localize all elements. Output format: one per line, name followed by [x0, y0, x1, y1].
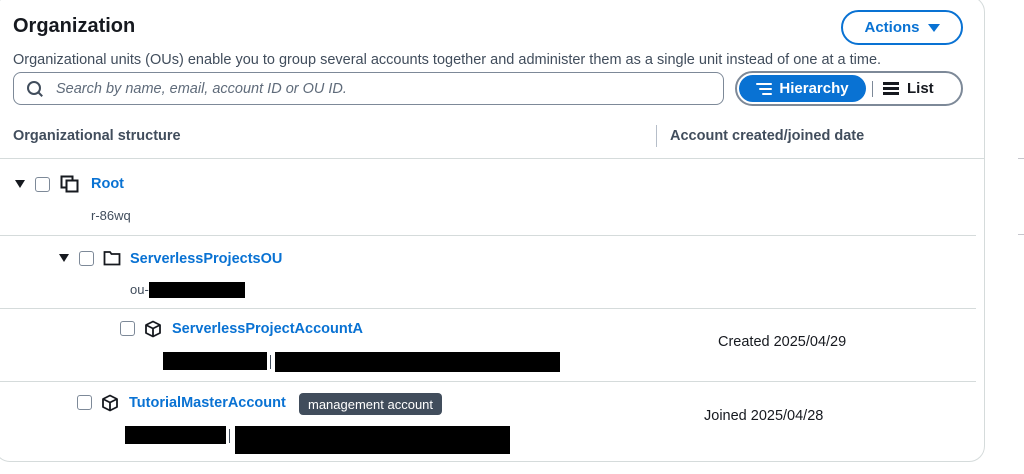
search-icon	[26, 80, 44, 98]
account-cube-icon	[145, 320, 161, 338]
ou-checkbox[interactable]	[79, 251, 94, 266]
list-label: List	[907, 80, 934, 97]
master-account-link[interactable]: TutorialMasterAccount	[129, 395, 286, 411]
list-view-button[interactable]: List	[883, 80, 934, 97]
expand-root-caret-icon[interactable]	[15, 180, 25, 188]
organization-root-icon	[60, 175, 79, 193]
view-toggle: Hierarchy List	[735, 71, 963, 106]
divider	[1018, 234, 1024, 235]
account-cube-icon	[102, 394, 118, 412]
search-box[interactable]	[13, 72, 724, 105]
ou-id-prefix: ou-	[130, 282, 149, 297]
actions-label: Actions	[864, 19, 920, 36]
organization-panel	[0, 0, 985, 462]
management-account-badge: management account	[299, 393, 443, 415]
column-header-date: Account created/joined date	[670, 128, 865, 144]
folder-icon	[103, 251, 121, 266]
separator	[270, 355, 271, 369]
header-divider	[0, 158, 985, 159]
separator	[229, 429, 230, 443]
row-divider	[0, 381, 976, 382]
root-link[interactable]: Root	[91, 176, 124, 192]
hierarchy-view-button[interactable]: Hierarchy	[739, 75, 866, 102]
root-checkbox[interactable]	[35, 177, 50, 192]
account-a-checkbox[interactable]	[120, 321, 135, 336]
ou-link[interactable]: ServerlessProjectsOU	[130, 251, 282, 267]
redacted-account-email	[275, 352, 560, 372]
page-title: Organization	[13, 15, 136, 37]
divider	[1018, 158, 1024, 159]
caret-down-icon	[927, 23, 940, 32]
list-icon	[883, 82, 899, 95]
row-divider	[0, 235, 976, 236]
toggle-separator	[872, 80, 873, 97]
row-divider	[0, 308, 976, 309]
expand-ou-caret-icon[interactable]	[59, 254, 69, 262]
master-account-checkbox[interactable]	[77, 395, 92, 410]
column-divider	[656, 125, 657, 147]
search-input[interactable]	[56, 80, 696, 97]
redacted-account-id	[125, 426, 226, 444]
hierarchy-label: Hierarchy	[779, 80, 849, 97]
actions-button[interactable]: Actions	[841, 10, 963, 45]
account-a-date: Created 2025/04/29	[718, 334, 847, 350]
column-header-structure: Organizational structure	[13, 128, 181, 144]
page-description: Organizational units (OUs) enable you to…	[13, 52, 882, 68]
root-id: r-86wq	[91, 208, 131, 223]
master-account-date: Joined 2025/04/28	[704, 408, 824, 424]
redacted-account-id	[163, 352, 267, 370]
account-a-link[interactable]: ServerlessProjectAccountA	[172, 321, 363, 337]
redacted-ou-id	[149, 282, 245, 298]
redacted-account-email	[235, 426, 510, 454]
hierarchy-icon	[756, 82, 773, 96]
